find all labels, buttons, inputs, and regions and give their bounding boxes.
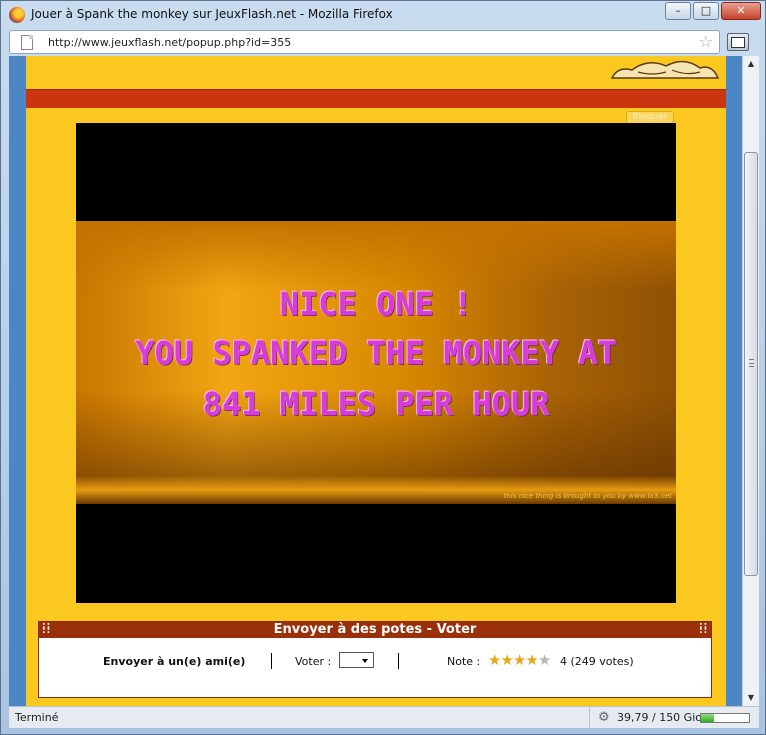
disk-usage-meter [700, 713, 750, 723]
grip-icon: :: :: [699, 621, 709, 636]
star-icon[interactable]: ★ [488, 651, 501, 669]
rating-stars: ★★★★★ [488, 651, 551, 669]
grip-icon: :: :: [42, 621, 52, 636]
window-title: Jouer à Spank the monkey sur JeuxFlash.n… [31, 7, 393, 21]
title-bar: Jouer à Spank the monkey sur JeuxFlash.n… [1, 1, 765, 29]
monkey-mascot-image [610, 60, 720, 79]
page-body: Bloquer NICE ONE ! YOU SPANKED THE MONKE… [26, 56, 726, 706]
status-bar: Terminé ⚙ 39,79 / 150 Gio [9, 706, 759, 729]
tabs-icon[interactable] [727, 33, 749, 51]
note-label: Note : [447, 655, 481, 668]
close-button[interactable]: ✕ [721, 2, 761, 20]
separator [398, 653, 399, 669]
panel-header: :: :: Envoyer à des potes - Voter :: :: [39, 622, 711, 638]
maximize-button[interactable]: □ [693, 2, 719, 20]
game-scene: NICE ONE ! YOU SPANKED THE MONKEY AT 841… [76, 221, 676, 504]
thumb-grip-icon [749, 359, 754, 367]
star-icon[interactable]: ★ [513, 651, 526, 669]
rating-text: 4 (249 votes) [560, 655, 634, 668]
star-icon[interactable]: ★ [525, 651, 538, 669]
window-controls: – □ ✕ [665, 2, 761, 20]
scroll-up-button[interactable]: ▲ [745, 58, 757, 70]
firefox-icon [9, 7, 25, 23]
url-bar[interactable]: http://www.jeuxflash.net/popup.php?id=35… [9, 30, 720, 54]
scroll-down-button[interactable]: ▼ [745, 692, 757, 704]
share-vote-panel: :: :: Envoyer à des potes - Voter :: :: … [38, 621, 712, 698]
page-icon [21, 35, 33, 50]
flash-game[interactable]: NICE ONE ! YOU SPANKED THE MONKEY AT 841… [76, 123, 676, 603]
gear-icon[interactable]: ⚙ [598, 710, 610, 725]
header-band [26, 89, 726, 108]
minimize-button[interactable]: – [665, 2, 691, 20]
send-to-friend-link[interactable]: Envoyer à un(e) ami(e) [103, 655, 245, 668]
game-message-line1: NICE ONE ! [279, 285, 473, 323]
status-disk-area: ⚙ 39,79 / 150 Gio [589, 707, 759, 729]
star-icon[interactable]: ★ [500, 651, 513, 669]
separator [271, 653, 272, 669]
vertical-scrollbar[interactable]: ▲ ▼ [742, 56, 759, 706]
url-text[interactable]: http://www.jeuxflash.net/popup.php?id=35… [48, 36, 291, 49]
vote-label: Voter : [295, 655, 332, 668]
navigation-row: http://www.jeuxflash.net/popup.php?id=35… [9, 30, 759, 55]
star-icon[interactable]: ★ [538, 651, 551, 669]
content-viewport: Bloquer NICE ONE ! YOU SPANKED THE MONKE… [9, 56, 742, 706]
game-credit: this nice thing is brought to you by www… [503, 492, 672, 500]
disk-usage-text: 39,79 / 150 Gio [617, 711, 702, 724]
bookmark-star-icon[interactable]: ☆ [699, 33, 713, 51]
vote-select[interactable] [339, 652, 374, 668]
game-message-line3: 841 MILES PER HOUR [202, 385, 550, 423]
status-text: Terminé [15, 711, 59, 724]
scroll-thumb[interactable] [744, 152, 758, 576]
game-message-line2: YOU SPANKED THE MONKEY AT [135, 334, 617, 372]
panel-title: Envoyer à des potes - Voter [273, 622, 477, 637]
disk-usage-fill [701, 714, 714, 722]
browser-window: Jouer à Spank the monkey sur JeuxFlash.n… [0, 0, 766, 735]
